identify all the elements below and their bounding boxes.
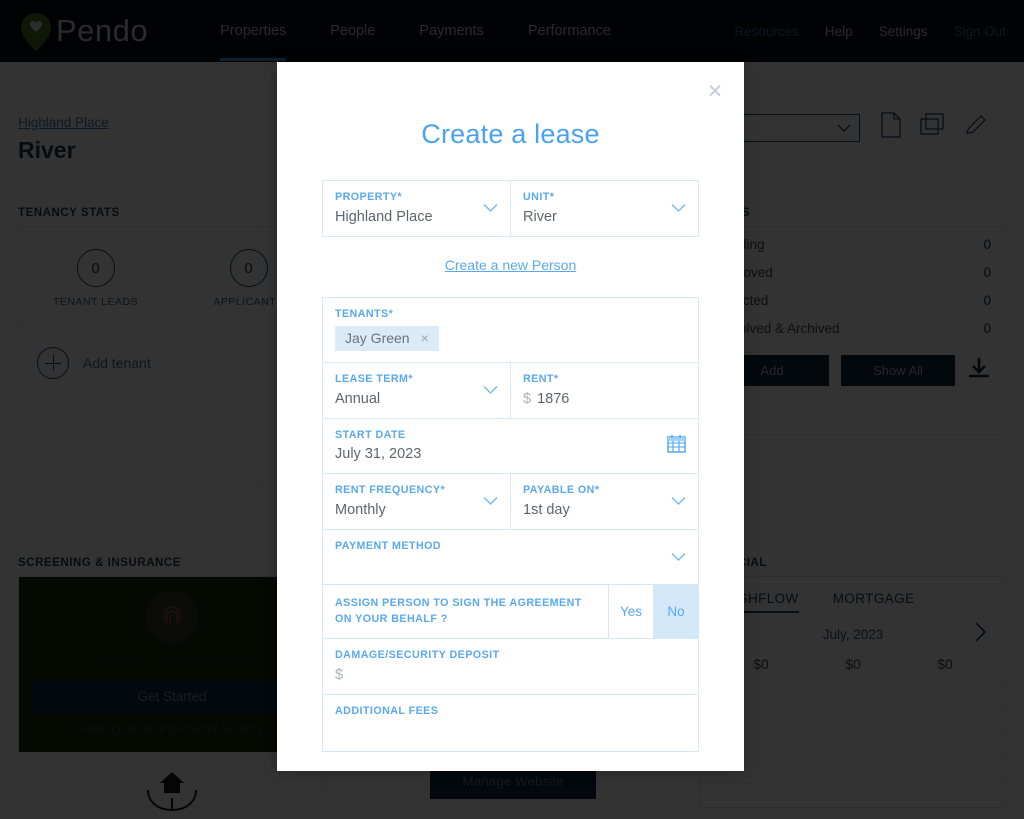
property-value: Highland Place [335, 208, 433, 225]
required-mark: * [388, 307, 394, 320]
rent-frequency-value: Monthly [335, 501, 386, 518]
required-mark: * [594, 484, 600, 497]
create-lease-form: PROPERTY* Highland Place UNIT* River Cre… [322, 180, 699, 771]
deposit-label: DAMAGE/SECURITY DEPOSIT [335, 649, 500, 662]
modal-title: Create a lease [421, 119, 600, 149]
payable-on-label: PAYABLE ON [523, 484, 595, 497]
start-date-label: START DATE [335, 428, 406, 441]
create-person-link-wrap: Create a new Person [322, 257, 699, 275]
close-icon[interactable]: × [700, 76, 730, 106]
assign-person-toggle: Yes No [608, 585, 698, 639]
start-date-field[interactable]: START DATE July 31, 2023 [323, 419, 698, 474]
unit-select-field[interactable]: UNIT* River [510, 181, 698, 236]
chip-remove-icon[interactable]: × [421, 331, 429, 345]
required-mark: * [440, 484, 446, 497]
rent-frequency-select[interactable]: RENT FREQUENCY* Monthly [323, 474, 510, 529]
payable-on-select[interactable]: PAYABLE ON* 1st day [510, 474, 698, 529]
lease-term-value: Annual [335, 390, 381, 407]
calendar-icon[interactable] [667, 434, 686, 458]
property-label: PROPERTY [335, 191, 398, 203]
rent-value: 1876 [537, 390, 570, 407]
start-date-value: July 31, 2023 [335, 446, 422, 463]
additional-fees-value [335, 722, 686, 738]
chevron-down-icon [483, 204, 498, 213]
additional-fees-field[interactable]: ADDITIONAL FEES [323, 695, 698, 751]
chevron-down-icon [671, 552, 686, 561]
deposit-field[interactable]: DAMAGE/SECURITY DEPOSIT $ [323, 639, 698, 694]
payment-method-select[interactable]: PAYMENT METHOD [323, 530, 698, 585]
rent-label: RENT [523, 373, 554, 386]
unit-label: UNIT [523, 191, 550, 203]
lease-term-select[interactable]: LEASE TERM* Annual [323, 363, 510, 418]
tenant-chip[interactable]: Jay Green × [335, 326, 439, 352]
create-lease-modal: × Create a lease PROPERTY* Highland Plac… [277, 62, 744, 771]
required-mark: * [549, 191, 555, 203]
assign-person-no-option[interactable]: No [653, 585, 698, 639]
required-mark: * [553, 373, 559, 386]
assign-person-label-cell: ASSIGN PERSON TO SIGN THE AGREEMENT ON Y… [323, 585, 608, 638]
payment-method-label: PAYMENT METHOD [335, 539, 442, 552]
chevron-down-icon [671, 497, 686, 506]
lease-term-label: LEASE TERM [335, 373, 409, 386]
create-new-person-link[interactable]: Create a new Person [445, 257, 577, 273]
additional-fees-label: ADDITIONAL FEES [335, 704, 439, 717]
property-unit-group: PROPERTY* Highland Place UNIT* River [322, 180, 699, 237]
tenants-label: TENANTS [335, 307, 389, 320]
currency-symbol: $ [523, 390, 532, 407]
lease-details-group: TENANTS* Jay Green × LEASE TERM* Annual [322, 296, 699, 752]
tenant-chip-label: Jay Green [345, 330, 410, 347]
payment-method-value [335, 557, 686, 573]
required-mark: * [397, 191, 403, 203]
currency-symbol: $ [335, 666, 344, 683]
chevron-down-icon [483, 386, 498, 395]
app-root: Pendo Properties People Payments Perform… [0, 0, 1024, 819]
unit-value: River [523, 208, 557, 225]
assign-person-label-line1: ASSIGN PERSON TO SIGN THE AGREEMENT [335, 597, 582, 610]
rent-frequency-label: RENT FREQUENCY [335, 484, 441, 497]
rent-field[interactable]: RENT* $1876 [510, 363, 698, 418]
required-mark: * [408, 373, 413, 386]
property-select[interactable]: PROPERTY* Highland Place [323, 181, 510, 236]
chevron-down-icon [483, 497, 498, 506]
tenants-field[interactable]: TENANTS* Jay Green × [323, 298, 698, 363]
chevron-down-icon [671, 204, 686, 213]
assign-person-label-line2: ON YOUR BEHALF ? [335, 612, 448, 625]
assign-person-yes-option[interactable]: Yes [608, 585, 653, 639]
payable-on-value: 1st day [523, 501, 570, 518]
